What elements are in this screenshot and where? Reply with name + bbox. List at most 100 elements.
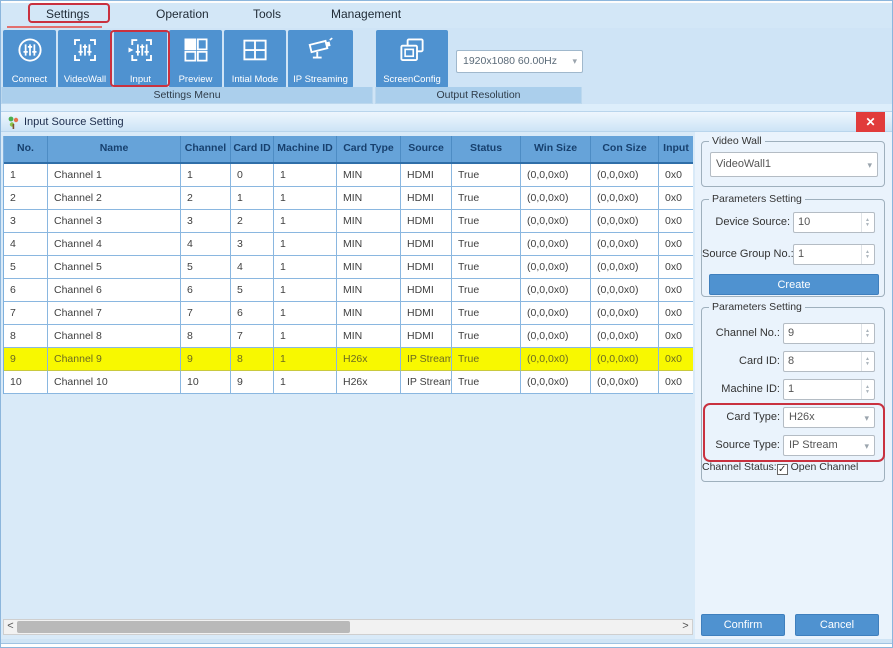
spinner-icon[interactable]: ▲▼ [861,213,873,232]
table-cell: 4 [4,233,48,256]
table-cell: MIN [337,302,401,325]
input-source-table: No.NameChannelCard IDMachine IDCard Type… [3,136,693,394]
table-row[interactable]: 10Channel 101091H26xIP StreamTrue(0,0,0x… [4,371,693,394]
table-cell: Channel 4 [48,233,181,256]
output-resolution-dropdown[interactable]: 1920x1080 60.00Hz ▾ [456,50,583,73]
tab-tools[interactable]: Tools [253,7,281,21]
table-cell: 3 [181,210,231,233]
channel-no-label: Channel No.: [702,327,780,339]
ribbon-group-output-resolution: Output Resolution [375,87,582,104]
table-cell: Channel 5 [48,256,181,279]
table-cell: (0,0,0x0) [591,164,659,187]
table-row[interactable]: 5Channel 5541MINHDMITrue(0,0,0x0)(0,0,0x… [4,256,693,279]
table-cell: IP Stream [401,371,452,394]
spinner-icon[interactable]: ▲▼ [861,352,873,371]
table-cell: (0,0,0x0) [521,233,591,256]
confirm-button[interactable]: Confirm [701,614,785,636]
videowall-button[interactable]: VideoWall [58,30,112,88]
settings-panel: Video Wall VideoWall1 ▾ Parameters Setti… [695,132,893,639]
ip-streaming-button[interactable]: IP Streaming [288,30,353,88]
ip-streaming-label: IP Streaming [288,74,353,85]
table-cell: (0,0,0x0) [521,371,591,394]
chevron-down-icon: ▾ [864,436,869,457]
table-cell: True [452,348,521,371]
video-wall-value: VideoWall1 [716,158,771,170]
table-cell: (0,0,0x0) [591,348,659,371]
table-cell: 5 [4,256,48,279]
spinner-icon[interactable]: ▲▼ [861,245,873,264]
table-cell: HDMI [401,302,452,325]
table-row[interactable]: 6Channel 6651MINHDMITrue(0,0,0x0)(0,0,0x… [4,279,693,302]
intial-mode-button[interactable]: Intial Mode [224,30,286,88]
table-cell: 0x0 [659,256,693,279]
ip-streaming-icon [306,35,336,65]
h-scrollbar[interactable]: < > [3,619,693,635]
table-header-cell: Card ID [231,136,274,162]
table-cell: MIN [337,325,401,348]
open-channel-checkbox[interactable]: ✓ [777,464,788,475]
channel-no-input[interactable]: 9 ▲▼ [783,323,875,344]
table-cell: HDMI [401,233,452,256]
table-header-cell: Input [659,136,693,162]
parameters-group-1: Parameters Setting Device Source: 10 ▲▼ … [701,199,885,297]
close-button[interactable]: ✕ [856,112,885,132]
table-area: No.NameChannelCard IDMachine IDCard Type… [1,132,695,639]
parameters-group-2-label: Parameters Setting [709,301,805,313]
table-row[interactable]: 3Channel 3321MINHDMITrue(0,0,0x0)(0,0,0x… [4,210,693,233]
table-cell: H26x [337,371,401,394]
table-row[interactable]: 4Channel 4431MINHDMITrue(0,0,0x0)(0,0,0x… [4,233,693,256]
table-row[interactable]: 2Channel 2211MINHDMITrue(0,0,0x0)(0,0,0x… [4,187,693,210]
chevron-down-icon: ▾ [864,408,869,429]
table-header-cell: Status [452,136,521,162]
create-button[interactable]: Create [709,274,879,295]
table-header-cell: Card Type [337,136,401,162]
table-cell: Channel 6 [48,279,181,302]
table-row[interactable]: 1Channel 1101MINHDMITrue(0,0,0x0)(0,0,0x… [4,164,693,187]
table-header-cell: No. [4,136,48,162]
tab-operation[interactable]: Operation [156,7,209,21]
spinner-icon[interactable]: ▲▼ [861,380,873,399]
machine-id-input[interactable]: 1 ▲▼ [783,379,875,400]
table-row[interactable]: 8Channel 8871MINHDMITrue(0,0,0x0)(0,0,0x… [4,325,693,348]
tab-management[interactable]: Management [331,7,401,21]
card-id-label: Card ID: [702,355,780,367]
source-group-input[interactable]: 1 ▲▼ [793,244,875,265]
table-cell: Channel 3 [48,210,181,233]
card-type-dropdown[interactable]: H26x ▾ [783,407,875,428]
table-cell: 6 [231,302,274,325]
video-wall-dropdown[interactable]: VideoWall1 ▾ [710,152,878,177]
cancel-button[interactable]: Cancel [795,614,879,636]
table-cell: 1 [274,279,337,302]
preview-button[interactable]: Preview [169,30,222,88]
table-header-cell: Con Size [591,136,659,162]
table-cell: 0x0 [659,325,693,348]
preview-label: Preview [169,74,222,85]
table-cell: MIN [337,164,401,187]
table-row[interactable]: 9Channel 9981H26xIP StreamTrue(0,0,0x0)(… [4,348,693,371]
tab-settings[interactable]: Settings [46,7,89,21]
h-scrollbar-thumb[interactable] [17,621,350,633]
videowall-label: VideoWall [58,74,112,85]
input-button[interactable]: Input [114,30,167,88]
machine-id-label: Machine ID: [702,383,780,395]
table-cell: H26x [337,348,401,371]
scroll-right-icon[interactable]: > [679,620,692,634]
intial-mode-icon [240,35,270,65]
card-id-value: 8 [788,355,794,367]
screenconfig-button[interactable]: ScreenConfig [376,30,448,88]
source-type-dropdown[interactable]: IP Stream ▾ [783,435,875,456]
table-row[interactable]: 7Channel 7761MINHDMITrue(0,0,0x0)(0,0,0x… [4,302,693,325]
device-source-label: Device Source: [702,216,790,228]
table-cell: 0x0 [659,233,693,256]
card-id-input[interactable]: 8 ▲▼ [783,351,875,372]
connect-button[interactable]: Connect [3,30,56,88]
table-cell: 1 [4,164,48,187]
table-cell: 1 [274,302,337,325]
table-cell: (0,0,0x0) [521,279,591,302]
scroll-left-icon[interactable]: < [4,620,17,634]
source-group-label: Source Group No.: [702,248,790,260]
table-cell: (0,0,0x0) [591,371,659,394]
device-source-input[interactable]: 10 ▲▼ [793,212,875,233]
spinner-icon[interactable]: ▲▼ [861,324,873,343]
open-channel-label: Open Channel [791,461,859,473]
